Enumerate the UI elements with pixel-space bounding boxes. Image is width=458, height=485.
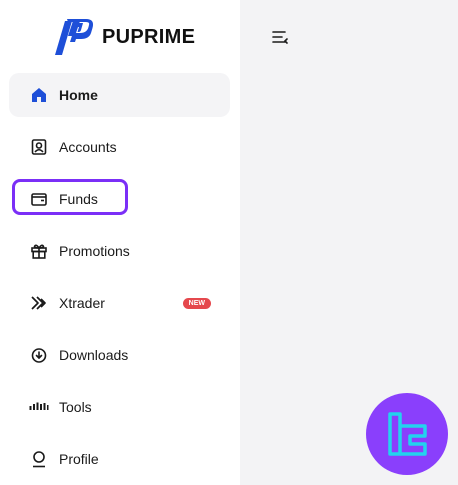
sidebar-item-promotions[interactable]: Promotions (9, 229, 230, 273)
user-icon (29, 449, 49, 469)
sidebar-item-tools[interactable]: Tools (9, 385, 230, 429)
sidebar-item-xtrader[interactable]: Xtrader NEW (9, 281, 230, 325)
brand-watermark (366, 393, 448, 475)
sidebar-item-label: Xtrader (59, 295, 105, 311)
new-badge: NEW (182, 298, 211, 309)
home-icon (29, 85, 49, 105)
sidebar-item-label: Home (59, 87, 98, 103)
menu-toggle-button[interactable] (270, 27, 290, 47)
sidebar-item-label: Funds (59, 191, 98, 207)
download-cloud-icon (29, 345, 49, 365)
sidebar-item-label: Tools (59, 399, 92, 415)
menu-collapse-icon (272, 31, 288, 44)
sidebar-item-accounts[interactable]: Accounts (9, 125, 230, 169)
sidebar-item-profile[interactable]: Profile (9, 437, 230, 481)
sidebar-item-downloads[interactable]: Downloads (9, 333, 230, 377)
brand-logo[interactable]: PUPRIME (54, 16, 195, 58)
sidebar: PUPRIME Home Accounts Funds Promotions X… (0, 0, 240, 485)
brand-name: PUPRIME (102, 25, 196, 48)
signal-bars-icon (29, 397, 49, 417)
sidebar-item-label: Downloads (59, 347, 129, 363)
wallet-icon (29, 189, 49, 209)
sidebar-item-label: Accounts (59, 139, 117, 155)
sidebar-item-home[interactable]: Home (9, 73, 230, 117)
sidebar-item-label: Profile (59, 451, 99, 467)
sidebar-item-funds[interactable]: Funds (9, 177, 230, 221)
gift-icon (29, 241, 49, 261)
account-icon (29, 137, 49, 157)
tc-logo-icon (388, 412, 427, 456)
chevrons-right-icon (29, 293, 49, 313)
puprime-logo-icon (55, 19, 94, 55)
sidebar-item-label: Promotions (59, 243, 130, 259)
